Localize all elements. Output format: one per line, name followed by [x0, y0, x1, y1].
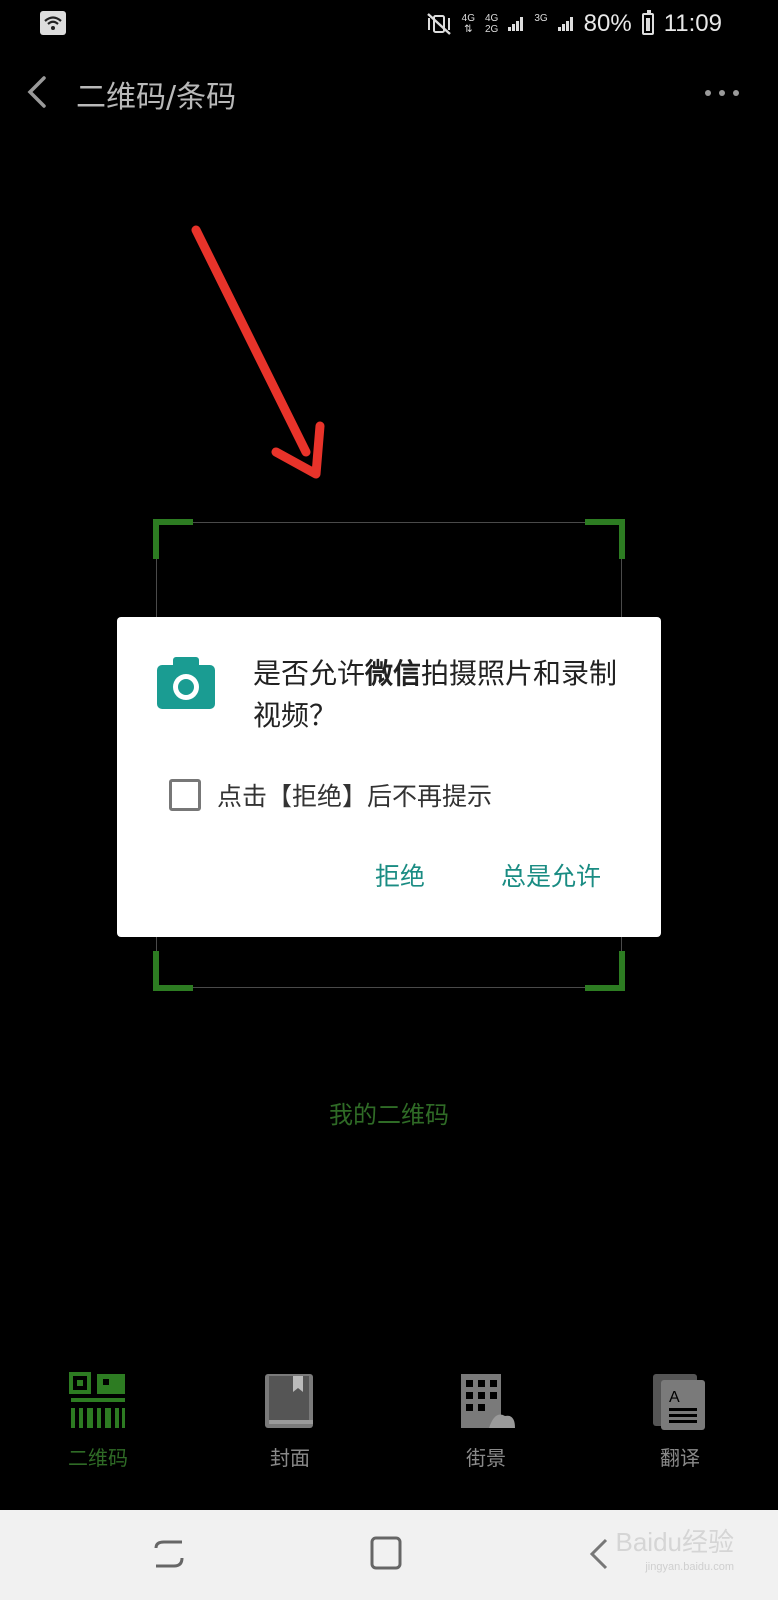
annotation-arrow-icon [191, 225, 325, 479]
network-label: 3G [534, 13, 548, 24]
home-icon[interactable] [364, 1532, 408, 1576]
nav-item-label: 二维码 [68, 1446, 128, 1470]
recent-apps-icon[interactable] [148, 1532, 192, 1576]
network-label: 2G [484, 24, 499, 35]
nav-item-translate[interactable]: A 翻译 [620, 1370, 740, 1471]
network-indicator-2: 4G 2G [485, 13, 498, 35]
wifi-icon [40, 11, 66, 35]
dialog-title-prefix: 是否允许 [253, 657, 366, 690]
battery-percent: 80% [583, 10, 632, 37]
network-label: 4G [461, 13, 475, 24]
svg-text:A: A [669, 1389, 680, 1406]
nav-item-label: 封面 [270, 1446, 310, 1470]
signal-bars-icon [557, 17, 573, 31]
street-view-icon [461, 1374, 515, 1428]
baidu-watermark: Baidu经验 jingyan.baidu.com [616, 1522, 735, 1573]
watermark-url: jingyan.baidu.com [645, 1561, 734, 1573]
always-allow-button[interactable]: 总是允许 [501, 857, 601, 893]
dont-ask-again-label[interactable]: 点击【拒绝】后不再提示 [217, 777, 492, 813]
battery-icon [641, 10, 654, 35]
my-qr-code-link[interactable]: 我的二维码 [0, 1095, 778, 1130]
vibrate-mute-icon [426, 13, 451, 35]
deny-button[interactable]: 拒绝 [375, 857, 425, 893]
scan-corner [153, 519, 193, 559]
app-bar: 二维码/条码 [0, 56, 778, 126]
book-cover-icon [265, 1374, 313, 1428]
network-label: 4G [484, 13, 499, 24]
dont-ask-again-checkbox[interactable] [169, 779, 201, 811]
bottom-nav: 二维码 封面 街景 A 翻译 [0, 1370, 778, 1490]
network-indicator-3: 3G [534, 13, 547, 35]
status-bar: 4G ⇅ 4G 2G 3G 80% 11:09 [0, 0, 778, 46]
dialog-title-app: 微信 [365, 657, 422, 690]
nav-item-cover[interactable]: 封面 [230, 1370, 350, 1471]
signal-bars-icon [508, 17, 524, 31]
permission-dialog: 是否允许微信拍摄照片和录制视频？ 点击【拒绝】后不再提示 拒绝 总是允许 [117, 617, 661, 937]
scan-corner [585, 951, 625, 991]
dialog-title: 是否允许微信拍摄照片和录制视频？ [253, 653, 633, 737]
network-indicator-1: 4G ⇅ [462, 13, 475, 35]
nav-item-label: 翻译 [660, 1446, 700, 1470]
more-options-icon[interactable] [702, 86, 742, 100]
nav-item-street-view[interactable]: 街景 [426, 1370, 546, 1471]
qr-code-icon [69, 1372, 125, 1428]
scan-corner [585, 519, 625, 559]
translate-icon: A [653, 1374, 705, 1430]
nav-item-label: 街景 [466, 1446, 506, 1470]
page-title: 二维码/条码 [76, 80, 237, 115]
nav-item-qr-code[interactable]: 二维码 [38, 1370, 158, 1471]
system-nav-bar: Baidu经验 jingyan.baidu.com [0, 1510, 778, 1600]
camera-icon [157, 657, 215, 709]
scan-corner [153, 951, 193, 991]
back-arrow-icon[interactable] [22, 72, 52, 112]
clock: 11:09 [663, 10, 722, 37]
data-arrows-icon: ⇅ [464, 24, 473, 35]
watermark-brand: Baidu经验 [615, 1527, 735, 1557]
